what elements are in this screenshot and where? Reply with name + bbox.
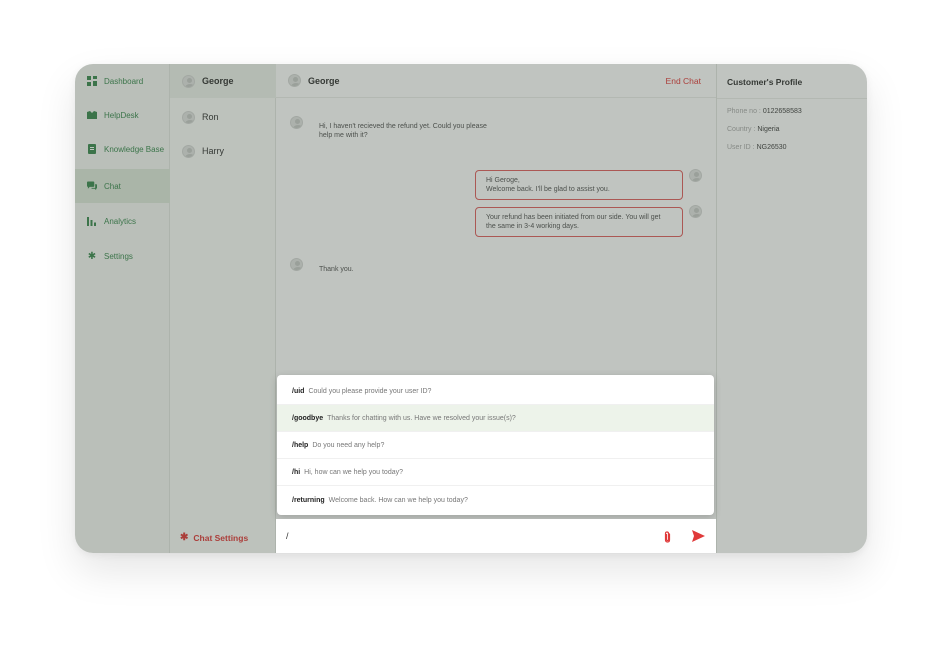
- suggestion-item[interactable]: /goodbye Thanks for chatting with us. Ha…: [277, 405, 714, 432]
- message-line: Welcome back. I'll be glad to assist you…: [486, 186, 610, 193]
- suggestion-text: Welcome back. How can we help you today?: [328, 497, 468, 504]
- send-icon[interactable]: [692, 529, 705, 547]
- suggestion-command: /goodbye: [292, 414, 324, 422]
- suggestion-item[interactable]: /hi Hi, how can we help you today?: [277, 459, 714, 486]
- suggestion-text: Hi, how can we help you today?: [304, 468, 404, 476]
- end-chat-button[interactable]: End Chat: [666, 76, 701, 86]
- nav-item-label: HelpDesk: [104, 110, 139, 120]
- book-icon: [87, 144, 97, 154]
- helpdesk-icon: [87, 110, 97, 120]
- dashboard-icon: [87, 76, 97, 86]
- message-incoming: Thank you.: [309, 260, 364, 279]
- nav-item-knowledge-base[interactable]: Knowledge Base: [75, 132, 170, 166]
- contact-name: Harry: [202, 146, 224, 156]
- avatar: [689, 205, 702, 218]
- user-id-value: NG26530: [756, 144, 787, 151]
- contact-item-ron[interactable]: Ron: [170, 100, 276, 134]
- avatar: [182, 144, 195, 158]
- avatar: [689, 169, 702, 182]
- customer-profile-panel: Customer's Profile Phone no : 0122658583…: [716, 64, 867, 553]
- chat-settings-label: Chat Settings: [193, 532, 249, 543]
- avatar: [182, 74, 195, 88]
- suggestion-text: Could you please provide your user ID?: [308, 387, 432, 395]
- message-input[interactable]: /: [286, 531, 289, 541]
- paperclip-icon[interactable]: [664, 530, 671, 548]
- bar-chart-icon: [87, 216, 97, 226]
- country-value: Nigeria: [757, 126, 780, 133]
- nav-item-label: Knowledge Base: [104, 144, 165, 154]
- profile-phone: Phone no : 0122658583: [727, 108, 802, 115]
- sidebar-nav: Dashboard HelpDesk Knowledge Base Chat A…: [75, 64, 170, 553]
- suggestion-item[interactable]: /uid Could you please provide your user …: [277, 378, 714, 405]
- message-incoming: Hi, I haven't recieved the refund yet. C…: [309, 117, 509, 145]
- contact-item-harry[interactable]: Harry: [170, 134, 276, 168]
- chat-icon: [87, 181, 97, 191]
- avatar: [288, 74, 301, 87]
- gear-icon: ✱: [180, 532, 189, 543]
- suggestion-item[interactable]: /returning Welcome back. How can we help…: [277, 487, 714, 514]
- gear-icon: ✱: [87, 250, 97, 262]
- message-outgoing: Your refund has been initiated from our …: [475, 207, 683, 237]
- nav-item-chat[interactable]: Chat: [75, 169, 170, 203]
- phone-value: 0122658583: [762, 108, 802, 115]
- suggestion-item[interactable]: /help Do you need any help?: [277, 432, 714, 459]
- nav-item-analytics[interactable]: Analytics: [75, 204, 170, 238]
- nav-item-helpdesk[interactable]: HelpDesk: [75, 98, 170, 132]
- profile-title: Customer's Profile: [727, 77, 803, 87]
- message-line: Hi Geroge,: [486, 177, 520, 184]
- suggestion-command: /help: [292, 441, 309, 449]
- nav-item-settings[interactable]: ✱ Settings: [75, 239, 170, 273]
- canned-response-menu: /uid Could you please provide your user …: [277, 375, 714, 515]
- profile-country: Country : Nigeria: [727, 126, 780, 133]
- nav-item-label: Settings: [104, 251, 133, 261]
- nav-item-label: Dashboard: [104, 76, 144, 86]
- suggestion-command: /hi: [292, 468, 301, 476]
- user-id-label: User ID :: [727, 144, 755, 151]
- contact-name: Ron: [202, 112, 219, 122]
- chat-settings-button[interactable]: ✱ Chat Settings: [180, 532, 248, 543]
- country-label: Country :: [727, 126, 756, 133]
- suggestion-text: Thanks for chatting with us. Have we res…: [327, 414, 516, 422]
- nav-item-label: Analytics: [104, 216, 137, 226]
- message-outgoing: Hi Geroge, Welcome back. I'll be glad to…: [475, 170, 683, 200]
- chat-header: George: [276, 64, 716, 98]
- nav-item-dashboard[interactable]: Dashboard: [75, 64, 170, 98]
- contact-list: George Ron Harry ✱ Chat Settings: [170, 64, 276, 553]
- chat-contact-name: George: [308, 75, 340, 86]
- nav-item-label: Chat: [104, 181, 121, 191]
- avatar: [290, 258, 303, 271]
- divider: [717, 98, 867, 99]
- profile-user-id: User ID : NG26530: [727, 144, 787, 151]
- suggestion-command: /uid: [292, 387, 305, 395]
- phone-label: Phone no :: [727, 108, 761, 115]
- contact-name: George: [202, 76, 234, 86]
- contact-item-george[interactable]: George: [170, 64, 276, 98]
- suggestion-command: /returning: [292, 497, 325, 504]
- message-composer: /: [276, 519, 716, 553]
- suggestion-text: Do you need any help?: [312, 441, 385, 449]
- avatar: [182, 110, 195, 124]
- avatar: [290, 116, 303, 129]
